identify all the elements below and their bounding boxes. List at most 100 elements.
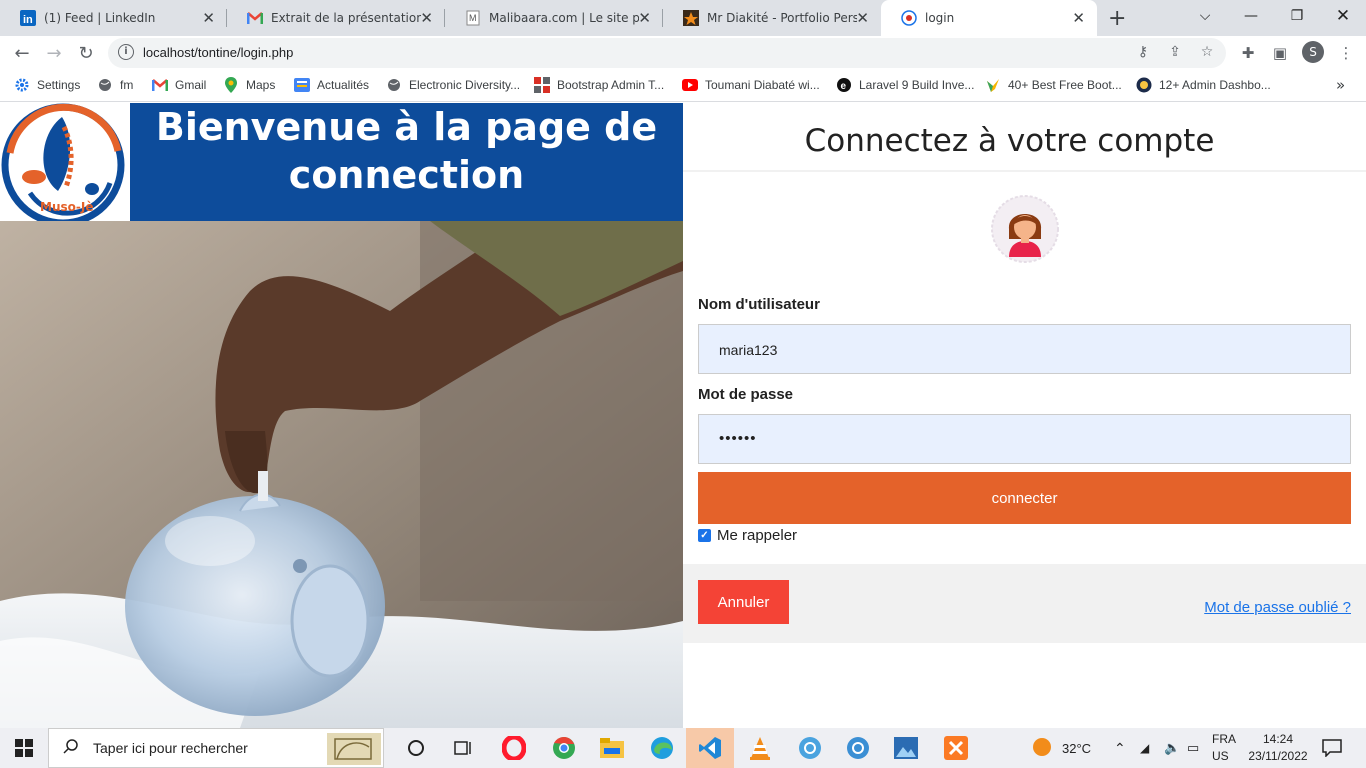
password-label: Mot de passe	[698, 386, 794, 403]
bookmark-12-admin[interactable]: 12+ Admin Dashbo...	[1136, 77, 1271, 93]
browser-toolbar: ← → ↻ i localhost/tontine/login.php ⚷ ⇪ …	[0, 36, 1366, 70]
battery-icon[interactable]: ▭	[1187, 728, 1199, 768]
user-avatar	[991, 195, 1059, 263]
bookmark-label: 40+ Best Free Boot...	[1008, 78, 1122, 92]
browser-app-icon[interactable]	[786, 728, 834, 768]
piggy-bank-photo	[0, 221, 683, 728]
browser-app-icon-2[interactable]	[834, 728, 882, 768]
bookmark-label: Bootstrap Admin T...	[557, 78, 665, 92]
tab-search-chevron-icon[interactable]: ⌵	[1182, 0, 1228, 32]
bookmark-40-best[interactable]: 40+ Best Free Boot...	[985, 77, 1122, 93]
search-icon	[63, 738, 79, 758]
maps-icon	[223, 77, 239, 93]
bookmark-label: Actualités	[317, 78, 370, 92]
tab-portfolio[interactable]: Mr Diakité - Portfolio Personn ✕	[663, 0, 881, 36]
new-tab-icon[interactable]: +	[1108, 6, 1126, 31]
bookmark-fm[interactable]: fm	[97, 77, 133, 93]
malibaara-icon: M	[465, 10, 481, 26]
task-view-icon[interactable]	[440, 728, 488, 768]
vscode-icon[interactable]	[686, 728, 734, 768]
bookmark-label: Maps	[246, 78, 276, 92]
page-viewport: Muso-Jè Bienvenue à la page de connectio…	[0, 103, 1366, 728]
close-icon[interactable]: ✕	[420, 10, 433, 26]
bookmarks-bar: Settings fm Gmail Maps Actualités Electr…	[0, 70, 1366, 102]
reload-icon[interactable]: ↻	[74, 41, 98, 65]
svg-text:e: e	[841, 81, 847, 92]
cancel-button[interactable]: Annuler	[698, 580, 789, 624]
profile-avatar[interactable]: S	[1302, 41, 1324, 63]
bookmark-laravel[interactable]: e Laravel 9 Build Inve...	[836, 77, 974, 93]
laravel-icon: e	[836, 77, 852, 93]
minimize-icon[interactable]: —	[1228, 0, 1274, 32]
show-hidden-icons[interactable]: ⌃	[1114, 728, 1126, 768]
bookmark-gmail[interactable]: Gmail	[152, 77, 206, 93]
edge-icon[interactable]	[638, 728, 686, 768]
login-heading: Connectez à votre compte	[804, 123, 1215, 159]
form-footer: Annuler Mot de passe oublié ?	[683, 564, 1366, 643]
address-bar[interactable]: i localhost/tontine/login.php ⚷ ⇪ ☆	[108, 38, 1226, 68]
gmail-icon	[247, 10, 263, 26]
site-info-icon[interactable]: i	[118, 44, 134, 60]
close-icon[interactable]: ✕	[202, 10, 215, 26]
url-text: localhost/tontine/login.php	[143, 45, 294, 60]
username-label: Nom d'utilisateur	[698, 296, 820, 313]
key-icon[interactable]: ⚷	[1134, 44, 1152, 62]
xampp-icon[interactable]	[932, 728, 980, 768]
tab-login[interactable]: login ✕	[881, 0, 1097, 36]
close-icon[interactable]: ✕	[856, 10, 869, 26]
vlc-icon[interactable]	[736, 728, 784, 768]
cortana-icon[interactable]	[392, 728, 440, 768]
remember-me[interactable]: ✓ Me rappeler	[698, 527, 797, 544]
browser-tab-strip: in (1) Feed | LinkedIn ✕ Extrait de la p…	[0, 0, 1366, 36]
more-bookmarks-icon[interactable]: »	[1336, 76, 1345, 94]
taskbar-search[interactable]: Taper ici pour rechercher	[48, 728, 384, 768]
side-panel-icon[interactable]: ▣	[1270, 44, 1290, 64]
window-close-icon[interactable]: ✕	[1320, 0, 1366, 32]
bookmark-label: Laravel 9 Build Inve...	[859, 78, 975, 92]
share-icon[interactable]: ⇪	[1166, 44, 1184, 62]
chrome-icon[interactable]	[540, 728, 588, 768]
opera-icon[interactable]	[490, 728, 538, 768]
username-input[interactable]: maria123	[698, 324, 1351, 374]
gmail-icon	[152, 77, 168, 93]
forward-icon[interactable]: →	[42, 41, 66, 65]
bookmark-label: Electronic Diversity...	[409, 78, 521, 92]
language-indicator[interactable]: FRA US	[1212, 731, 1236, 765]
restore-icon[interactable]: ❐	[1274, 0, 1320, 32]
system-clock[interactable]: 14:24 23/11/2022	[1244, 731, 1312, 765]
keyboard-layout: US	[1212, 749, 1229, 763]
bookmark-actualites[interactable]: Actualités	[294, 77, 369, 93]
password-input[interactable]: ••••••	[698, 414, 1351, 464]
hero-pane: Muso-Jè Bienvenue à la page de connectio…	[0, 103, 683, 728]
login-button[interactable]: connecter	[698, 472, 1351, 524]
bookmark-toumani[interactable]: Toumani Diabaté wi...	[682, 77, 820, 93]
news-icon	[294, 77, 310, 93]
forgot-password-link[interactable]: Mot de passe oublié ?	[1204, 599, 1351, 616]
notifications-icon[interactable]	[1322, 728, 1342, 768]
menu-icon[interactable]: ⋮	[1336, 44, 1356, 64]
tab-malibaara[interactable]: M Malibaara.com | Le site par ex ✕	[445, 0, 663, 36]
bookmark-star-icon[interactable]: ☆	[1198, 44, 1216, 62]
volume-icon[interactable]: 🔈	[1164, 728, 1180, 768]
weather-widget[interactable]: 32°C	[1032, 728, 1091, 768]
network-icon[interactable]: ◢	[1140, 728, 1149, 768]
photos-icon[interactable]	[882, 728, 930, 768]
globe-icon	[97, 77, 113, 93]
page-title: Bienvenue à la page de connection	[155, 105, 658, 197]
windows-start-icon[interactable]	[0, 728, 48, 768]
tab-linkedin[interactable]: in (1) Feed | LinkedIn ✕	[0, 0, 227, 36]
welcome-banner: Muso-Jè Bienvenue à la page de connectio…	[0, 103, 683, 227]
bookmark-settings[interactable]: Settings	[14, 77, 80, 93]
bookmark-maps[interactable]: Maps	[223, 77, 275, 93]
divider	[683, 170, 1366, 172]
bookmark-electronic-diversity[interactable]: Electronic Diversity...	[386, 77, 520, 93]
bookmark-label: fm	[120, 78, 134, 92]
back-icon[interactable]: ←	[10, 41, 34, 65]
close-icon[interactable]: ✕	[638, 10, 651, 26]
file-explorer-icon[interactable]	[588, 728, 636, 768]
close-icon[interactable]: ✕	[1072, 10, 1085, 26]
bookmark-bootstrap-admin[interactable]: Bootstrap Admin T...	[534, 77, 664, 93]
tab-extrait[interactable]: Extrait de la présentation dét ✕	[227, 0, 445, 36]
remember-checkbox[interactable]: ✓	[698, 529, 711, 542]
extensions-icon[interactable]: ✚	[1238, 44, 1258, 64]
